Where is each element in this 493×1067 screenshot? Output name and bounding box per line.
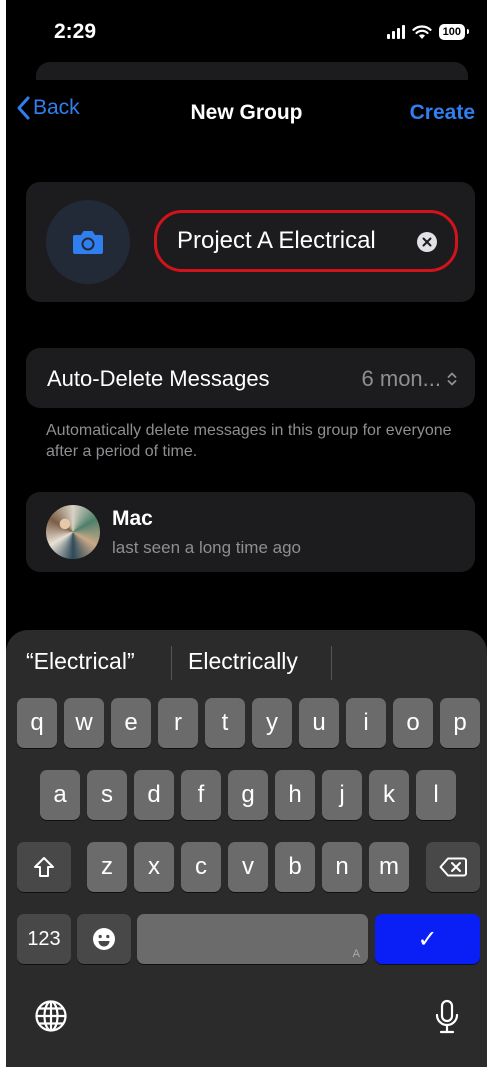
battery-indicator: 100: [438, 24, 470, 40]
set-photo-button[interactable]: [46, 200, 130, 284]
auto-delete-footer: Automatically delete messages in this gr…: [46, 422, 452, 460]
suggestion-bar: “Electrical” Electrically: [6, 630, 487, 696]
avatar: [46, 505, 100, 559]
numbers-key[interactable]: 123: [17, 914, 71, 964]
key-b[interactable]: b: [275, 842, 315, 892]
globe-icon[interactable]: [34, 999, 68, 1038]
backspace-icon: [439, 857, 467, 877]
suggestion-divider: [171, 646, 172, 680]
shift-key[interactable]: [17, 842, 71, 892]
signal-icon: [386, 25, 405, 39]
auto-delete-value-text: 6 mon...: [361, 366, 441, 391]
group-info-card: Project A Electrical: [26, 182, 475, 302]
auto-delete-label: Auto-Delete Messages: [47, 366, 270, 391]
member-name: Mac: [112, 507, 153, 530]
key-y[interactable]: y: [252, 698, 292, 748]
suggestion-electrically[interactable]: Electrically: [188, 648, 298, 675]
updown-chevron-icon: [447, 372, 457, 386]
create-button[interactable]: Create: [410, 101, 475, 125]
key-s[interactable]: s: [87, 770, 127, 820]
emoji-icon: [93, 928, 115, 950]
status-time: 2:29: [54, 20, 97, 43]
clear-icon[interactable]: [417, 232, 437, 252]
key-u[interactable]: u: [299, 698, 339, 748]
key-a[interactable]: a: [40, 770, 80, 820]
emoji-key[interactable]: [77, 914, 131, 964]
status-icons: 100: [386, 24, 470, 40]
screen: 2:29 100 Back New Group Create Project A…: [6, 0, 487, 1067]
group-name-value: Project A Electrical: [177, 227, 376, 254]
key-c[interactable]: c: [181, 842, 221, 892]
key-v[interactable]: v: [228, 842, 268, 892]
member-status: last seen a long time ago: [112, 538, 302, 557]
key-n[interactable]: n: [322, 842, 362, 892]
key-t[interactable]: t: [205, 698, 245, 748]
navigation-bar: Back New Group Create: [6, 90, 487, 134]
key-f[interactable]: f: [181, 770, 221, 820]
key-z[interactable]: z: [87, 842, 127, 892]
key-q[interactable]: q: [17, 698, 57, 748]
key-h[interactable]: h: [275, 770, 315, 820]
microphone-icon[interactable]: [434, 999, 460, 1040]
key-g[interactable]: g: [228, 770, 268, 820]
wifi-icon: [412, 24, 432, 39]
done-key[interactable]: ✓: [375, 914, 480, 964]
key-d[interactable]: d: [134, 770, 174, 820]
auto-delete-row[interactable]: Auto-Delete Messages 6 mon...: [26, 348, 475, 408]
camera-icon: [73, 231, 103, 254]
suggestion-divider: [331, 646, 332, 680]
key-e[interactable]: e: [111, 698, 151, 748]
keyboard: “Electrical” Electrically q w e r t y u …: [6, 630, 487, 1067]
key-x[interactable]: x: [134, 842, 174, 892]
key-l[interactable]: l: [416, 770, 456, 820]
auto-delete-value[interactable]: 6 mon...: [362, 366, 457, 392]
space-key-hint: A: [352, 948, 360, 960]
status-bar: 2:29 100: [6, 0, 487, 64]
backspace-key[interactable]: [426, 842, 480, 892]
key-r[interactable]: r: [158, 698, 198, 748]
key-i[interactable]: i: [346, 698, 386, 748]
space-key[interactable]: A: [137, 914, 368, 964]
group-name-input[interactable]: Project A Electrical: [154, 210, 458, 272]
key-o[interactable]: o: [393, 698, 433, 748]
suggestion-electrical[interactable]: “Electrical”: [26, 648, 135, 675]
key-k[interactable]: k: [369, 770, 409, 820]
key-j[interactable]: j: [322, 770, 362, 820]
shift-icon: [34, 857, 54, 877]
key-p[interactable]: p: [440, 698, 480, 748]
member-row[interactable]: Mac last seen a long time ago: [26, 492, 475, 572]
key-w[interactable]: w: [64, 698, 104, 748]
sheet-background: [36, 62, 468, 80]
key-m[interactable]: m: [369, 842, 409, 892]
